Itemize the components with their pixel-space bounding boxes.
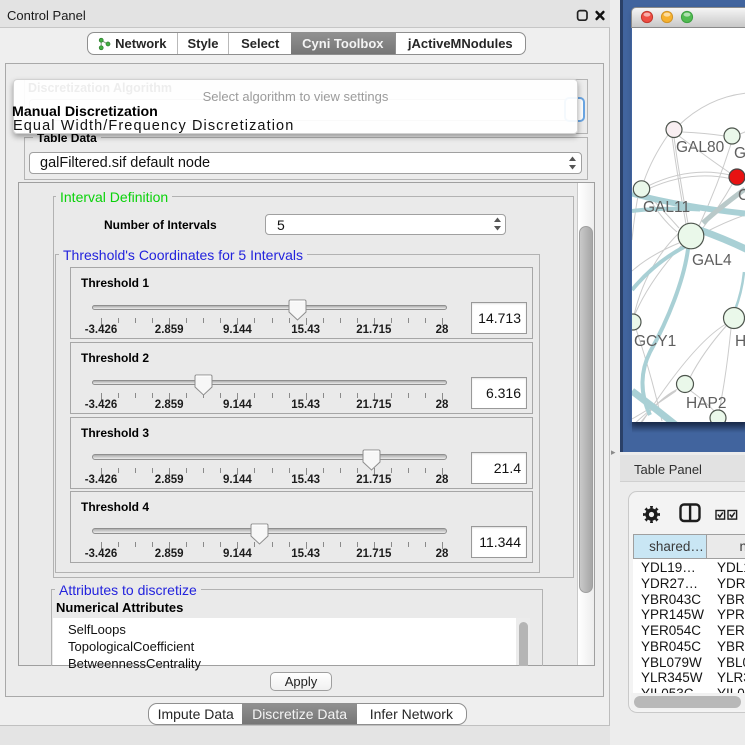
svg-text:HAP2: HAP2 xyxy=(686,395,727,412)
svg-text:GAL11: GAL11 xyxy=(643,199,690,216)
svg-text:GAL4: GAL4 xyxy=(692,252,732,269)
svg-text:GCY1: GCY1 xyxy=(634,333,676,350)
svg-text:GAL80: GAL80 xyxy=(676,139,725,156)
svg-text:C: C xyxy=(738,187,745,204)
svg-text:H: H xyxy=(735,333,745,350)
svg-text:GA: GA xyxy=(734,145,745,162)
